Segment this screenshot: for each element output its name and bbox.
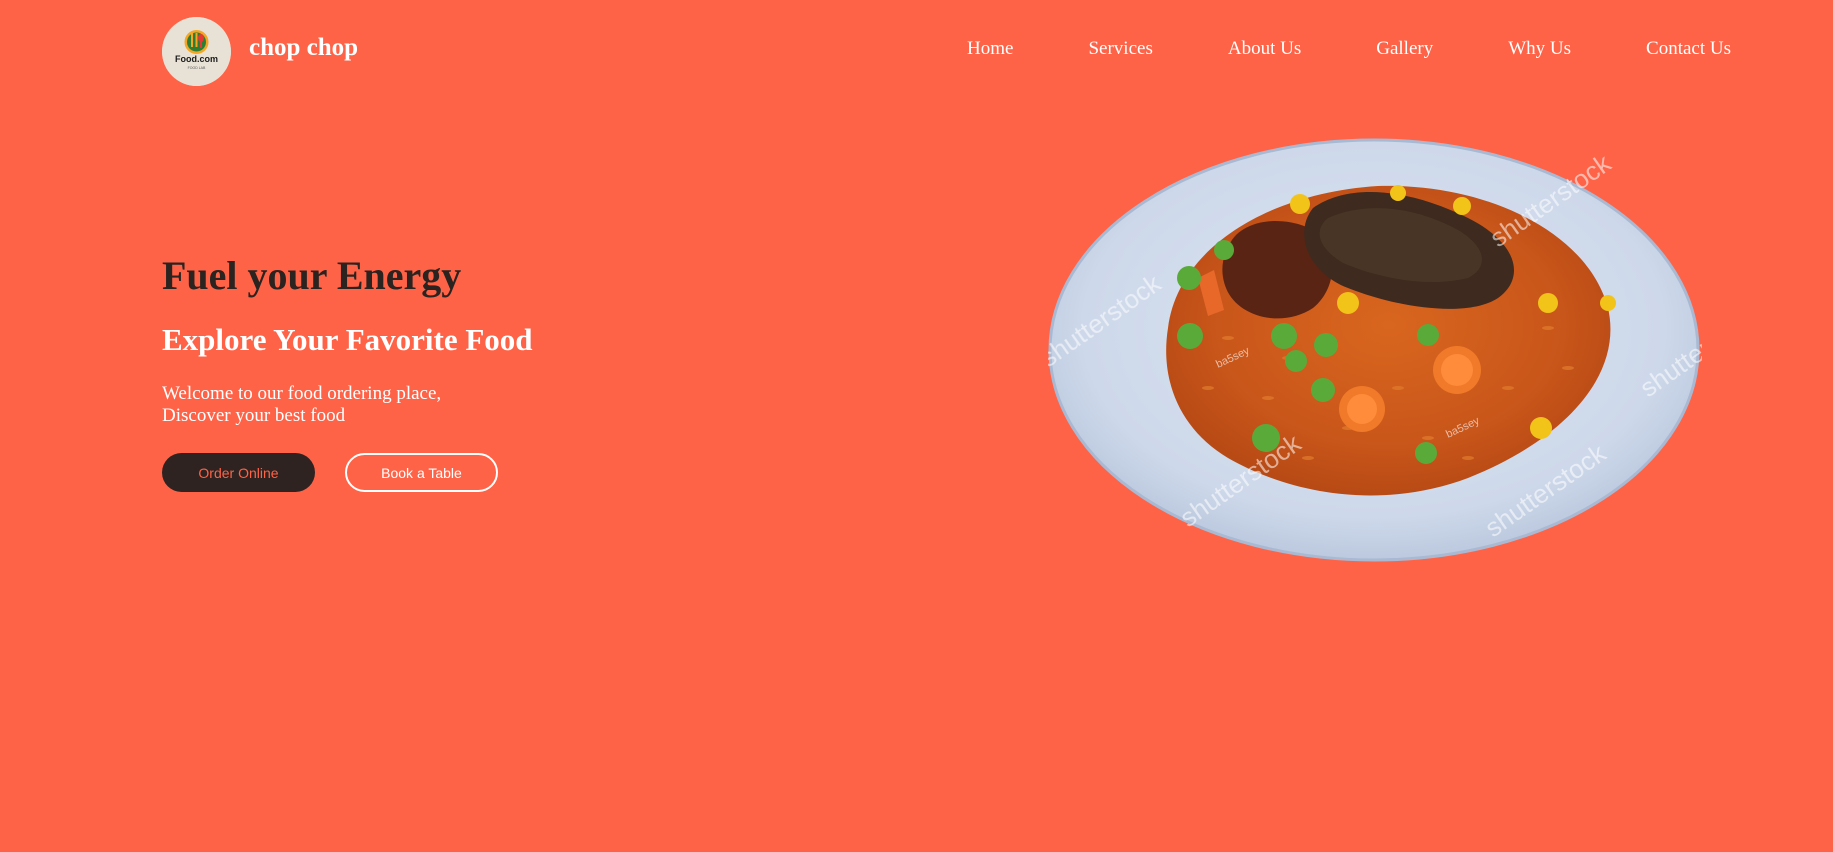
hero-title: Fuel your Energy [162, 253, 462, 298]
nav-about-us[interactable]: About Us [1228, 38, 1301, 61]
jollof-rice-plate-icon: shutterstock shutterstock shutterstock s… [1034, 138, 1767, 562]
page: Food.com FOOD LAB chop chop Home Service… [0, 0, 1833, 852]
site-header: Food.com FOOD LAB chop chop Home Service… [0, 0, 1833, 102]
hero-description: Welcome to our food ordering place, Disc… [162, 383, 441, 427]
nav-contact-us[interactable]: Contact Us [1646, 38, 1731, 61]
nav-home[interactable]: Home [967, 38, 1013, 61]
nav-services[interactable]: Services [1088, 38, 1152, 61]
nav-why-us[interactable]: Why Us [1508, 38, 1571, 61]
food-plate-image: shutterstock shutterstock shutterstock s… [1034, 138, 1767, 562]
nav-gallery[interactable]: Gallery [1376, 38, 1433, 61]
logo-tagline: FOOD LAB [188, 66, 206, 70]
logo-text: Food.com [175, 54, 218, 64]
order-online-button[interactable]: Order Online [162, 453, 315, 492]
book-table-button[interactable]: Book a Table [345, 453, 498, 492]
hero-description-line-2: Discover your best food [162, 405, 346, 426]
brand-name[interactable]: chop chop [249, 33, 358, 63]
logo[interactable]: Food.com FOOD LAB [162, 17, 231, 86]
hero-description-line-1: Welcome to our food ordering place, [162, 383, 442, 404]
hero-subtitle: Explore Your Favorite Food [162, 322, 533, 357]
main-nav: Home Services About Us Gallery Why Us Co… [967, 38, 1731, 61]
fork-spoon-logo-icon: Food.com FOOD LAB [162, 17, 231, 86]
